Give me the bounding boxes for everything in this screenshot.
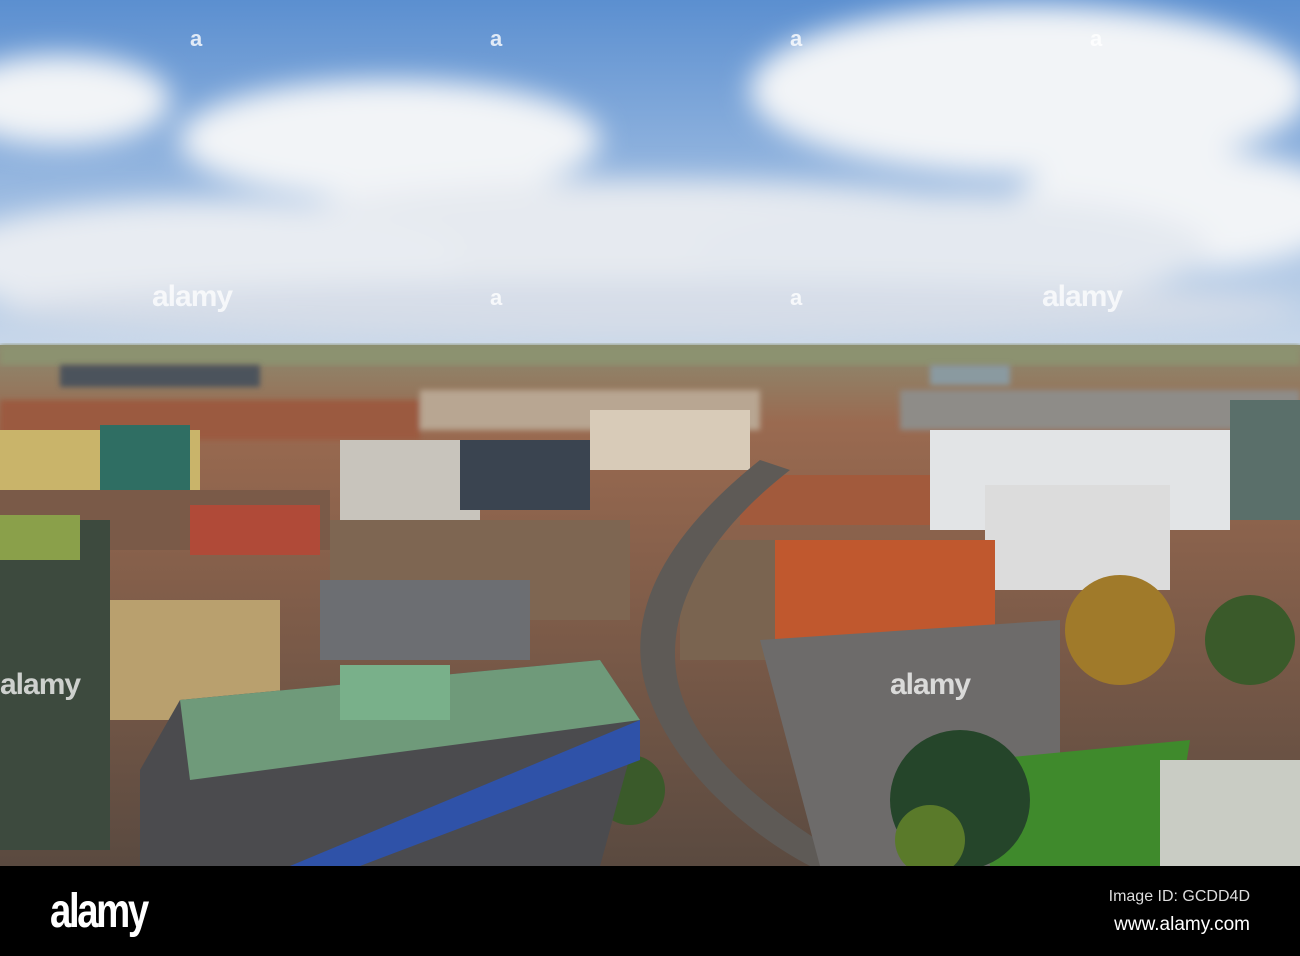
watermark-text: alamy	[890, 668, 971, 701]
watermark-mark: a	[490, 285, 503, 310]
watermark-mark: a	[190, 26, 203, 51]
watermark-mark: a	[790, 26, 803, 51]
photo-illustration	[0, 0, 1300, 866]
city-aerial-photo: alamy alamy alamy alamy a a a a a a	[0, 0, 1300, 866]
watermark-mark: a	[490, 26, 503, 51]
horizon-haze	[0, 345, 1300, 365]
watermark-text: alamy	[0, 668, 81, 701]
footer-bar: alamy Image ID: GCDD4D www.alamy.com	[0, 866, 1300, 956]
website-link[interactable]: www.alamy.com	[1114, 914, 1250, 936]
watermark-mark: a	[1090, 26, 1103, 51]
watermark-text: alamy	[152, 280, 233, 313]
watermark-text: alamy	[1042, 280, 1123, 313]
alamy-logo[interactable]: alamy	[50, 884, 149, 939]
stock-photo-page: alamy alamy alamy alamy a a a a a a alam…	[0, 0, 1300, 956]
image-id: Image ID: GCDD4D	[1108, 888, 1250, 905]
watermark-mark: a	[790, 285, 803, 310]
